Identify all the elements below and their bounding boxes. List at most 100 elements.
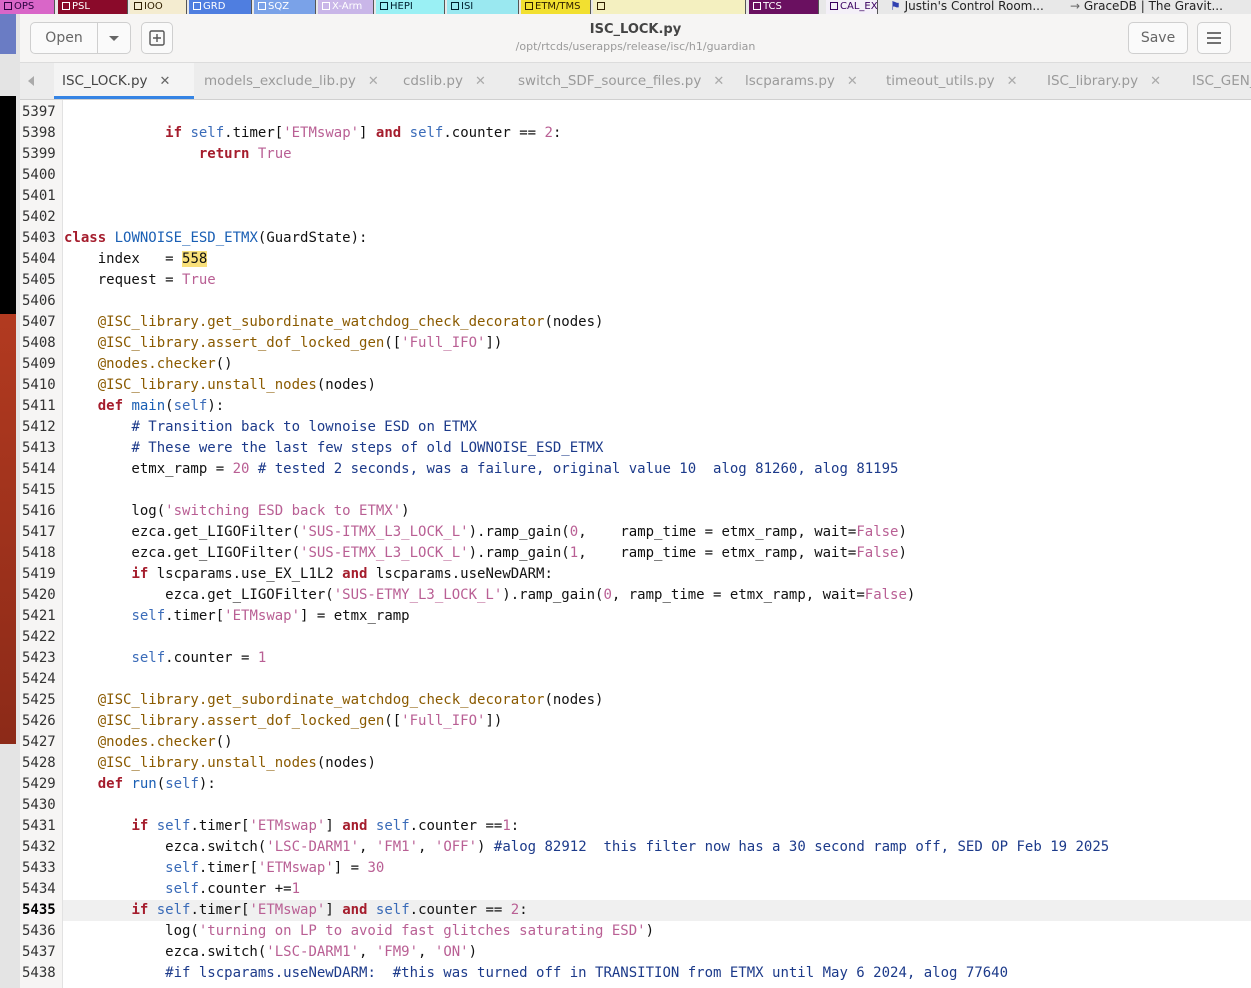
code-line[interactable]: @ISC_library.get_subordinate_watchdog_ch… <box>64 312 604 333</box>
code-line[interactable]: return True <box>64 144 292 165</box>
code-token: @nodes.checker <box>97 734 216 750</box>
code-editor[interactable]: 5397 5398 5399 5400 5401 5402 5403 5404 5405 5406… <box>20 100 1251 988</box>
close-tab-icon[interactable]: ✕ <box>713 64 724 99</box>
taskbar-item[interactable] <box>593 0 746 14</box>
code-token: 558 <box>182 251 208 267</box>
code-line[interactable]: log('switching ESD back to ETMX') <box>64 501 410 522</box>
code-token: ezca.get_LIGOFilter( <box>64 524 301 540</box>
code-token: ]) <box>485 335 503 351</box>
code-token: ): <box>198 776 216 792</box>
document-tab[interactable]: lscparams.py ✕ <box>737 63 875 99</box>
code-token: return <box>198 146 250 162</box>
taskbar-item[interactable]: TCS <box>749 0 819 14</box>
code-token: log( <box>64 923 199 939</box>
code-line[interactable]: @nodes.checker() <box>64 354 233 375</box>
code-line[interactable]: @ISC_library.assert_dof_locked_gen(['Ful… <box>64 711 503 732</box>
taskbar-item[interactable]: IOO <box>130 0 187 14</box>
code-token: ) <box>401 503 410 519</box>
document-tab[interactable]: cdslib.py ✕ <box>395 63 507 99</box>
code-line[interactable]: ezca.get_LIGOFilter('SUS-ETMX_L3_LOCK_L'… <box>64 543 907 564</box>
save-button[interactable]: Save <box>1128 22 1188 54</box>
code-line[interactable]: @ISC_library.assert_dof_locked_gen(['Ful… <box>64 333 503 354</box>
code-line[interactable]: ezca.switch('LSC-DARM1', 'FM9', 'ON') <box>64 942 477 963</box>
close-tab-icon[interactable]: ✕ <box>847 64 858 99</box>
code-line[interactable]: @ISC_library.unstall_nodes(nodes) <box>64 753 376 774</box>
close-tab-icon[interactable]: ✕ <box>1007 64 1018 99</box>
code-token: #if lscparams.useNewDARM: #this was turn… <box>165 965 1009 981</box>
code-line[interactable]: etmx_ramp = 20 # tested 2 seconds, was a… <box>64 459 898 480</box>
code-line[interactable]: self.timer['ETMswap'] = etmx_ramp <box>64 606 410 627</box>
code-line[interactable]: log('turning on LP to avoid fast glitche… <box>64 921 654 942</box>
chevron-left-icon <box>28 76 34 86</box>
line-number: 5434 <box>22 881 56 897</box>
main-menu-button[interactable] <box>1197 22 1231 54</box>
document-tab[interactable]: switch_SDF_source_files.py ✕ <box>510 63 734 99</box>
code-line[interactable]: ezca.switch('LSC-DARM1', 'FM1', 'OFF') #… <box>64 837 1109 858</box>
document-tab-bar: ISC_LOCK.py ✕ models_exclude_lib.py ✕ cdslib… <box>20 63 1251 100</box>
code-token: 'OFF' <box>434 839 478 855</box>
code-token: ] = etmx_ramp <box>300 608 410 624</box>
code-line[interactable]: # Transition back to lownoise ESD on ETM… <box>64 417 477 438</box>
code-line[interactable]: self.counter = 1 <box>64 648 266 669</box>
document-tab[interactable]: timeout_utils.py ✕ <box>878 63 1036 99</box>
code-token: main <box>131 398 166 414</box>
document-tab[interactable]: ISC_GEN_S <box>1184 63 1251 99</box>
code-line[interactable]: ezca.get_LIGOFilter('SUS-ETMY_L3_LOCK_L'… <box>64 585 915 606</box>
code-line[interactable]: ezca.get_LIGOFilter('SUS-ITMX_L3_LOCK_L'… <box>64 522 907 543</box>
code-line[interactable]: index = 558 <box>64 249 208 270</box>
line-number: 5398 <box>22 125 56 141</box>
tab-scroll-left-button[interactable] <box>20 63 42 99</box>
code-line[interactable]: if lscparams.use_EX_L1L2 and lscparams.u… <box>64 564 552 585</box>
code-line[interactable]: #if lscparams.useNewDARM: #this was turn… <box>64 963 1008 984</box>
taskbar-item[interactable]: OPS <box>0 0 55 14</box>
code-line[interactable]: def run(self): <box>64 774 216 795</box>
code-line[interactable]: if self.timer['ETMswap'] and self.counte… <box>64 900 527 921</box>
code-line[interactable]: @ISC_library.unstall_nodes(nodes) <box>64 375 376 396</box>
tab-label: timeout_utils.py <box>886 73 995 89</box>
code-line[interactable]: if self.timer['ETMswap'] and self.counte… <box>64 123 561 144</box>
taskbar-item[interactable]: ISI <box>447 0 519 14</box>
document-tab[interactable]: ISC_library.py ✕ <box>1039 63 1181 99</box>
close-tab-icon[interactable]: ✕ <box>368 64 379 99</box>
taskbar-item[interactable]: CAL_EX <box>826 0 878 14</box>
code-line[interactable]: @ISC_library.get_subordinate_watchdog_ch… <box>64 690 604 711</box>
taskbar-item[interactable]: ETM/TMS <box>521 0 591 14</box>
code-token: : <box>552 125 562 141</box>
code-line[interactable]: self.counter +=1 <box>64 879 300 900</box>
code-line[interactable]: class LOWNOISE_ESD_ETMX(GuardState): <box>64 228 367 249</box>
line-number: 5433 <box>22 860 56 876</box>
close-tab-icon[interactable]: ✕ <box>160 64 171 99</box>
gracedb-icon: → <box>1070 0 1084 13</box>
window-icon <box>451 2 459 10</box>
document-tab[interactable]: models_exclude_lib.py ✕ <box>196 63 392 99</box>
close-tab-icon[interactable]: ✕ <box>1150 64 1161 99</box>
code-token: 2 <box>510 902 520 918</box>
taskbar-item[interactable]: HEPI <box>376 0 445 14</box>
code-line[interactable]: if self.timer['ETMswap'] and self.counte… <box>64 816 519 837</box>
taskbar-item[interactable]: SQZ <box>254 0 316 14</box>
taskbar-item[interactable]: GRD <box>189 0 252 14</box>
code-line[interactable]: @nodes.checker() <box>64 732 233 753</box>
tab-label: ISC_library.py <box>1047 73 1139 89</box>
browser-tab[interactable]: → GraceDB | The Gravit... <box>1070 0 1223 14</box>
browser-tab[interactable]: ⚑ Justin's Control Room... <box>890 0 1044 14</box>
code-token: .counter = <box>165 650 258 666</box>
code-token: ] <box>325 902 343 918</box>
document-tab[interactable]: ISC_LOCK.py ✕ <box>54 63 194 99</box>
code-line[interactable]: # These were the last few steps of old L… <box>64 438 603 459</box>
code-line[interactable]: def main(self): <box>64 396 224 417</box>
taskbar-item[interactable]: PSL <box>58 0 128 14</box>
line-number-gutter: 5397 5398 5399 5400 5401 5402 5403 5404 5405 5406… <box>20 100 63 988</box>
taskbar-item[interactable]: X-Arm <box>318 0 374 14</box>
code-line[interactable]: request = True <box>64 270 216 291</box>
close-tab-icon[interactable]: ✕ <box>475 64 486 99</box>
code-line[interactable]: self.timer['ETMswap'] = 30 <box>64 858 384 879</box>
code-token: self <box>156 902 191 918</box>
